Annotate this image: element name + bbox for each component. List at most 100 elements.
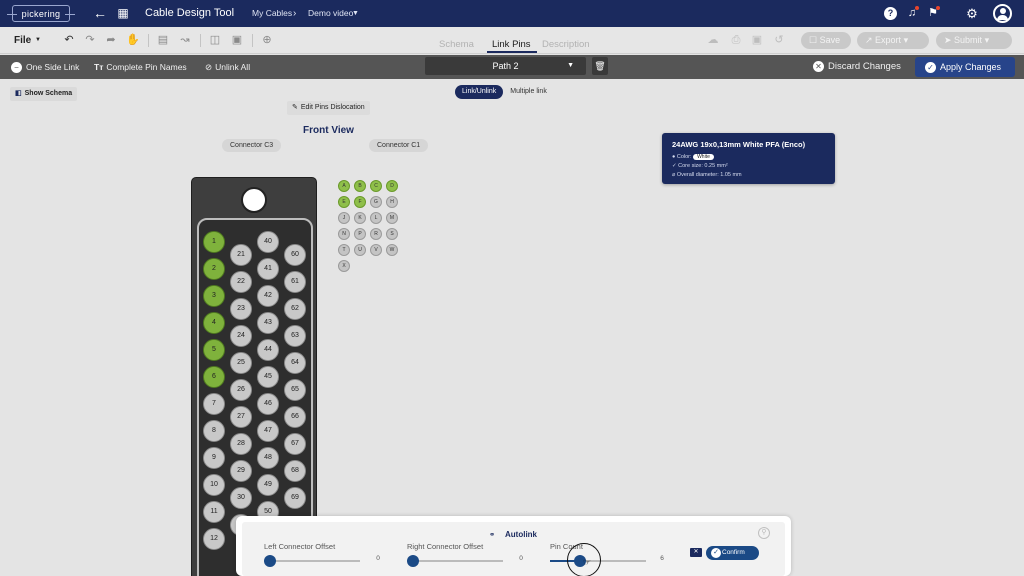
c3-pin[interactable]: 63: [284, 325, 306, 347]
save-button[interactable]: ☐ Save: [801, 32, 851, 49]
path-select[interactable]: Path 2 ▼: [425, 57, 586, 75]
c1-pin[interactable]: U: [354, 244, 366, 256]
print-icon[interactable]: ⎙: [729, 27, 743, 54]
c3-pin[interactable]: 64: [284, 352, 306, 374]
c3-pin[interactable]: 30: [230, 487, 252, 509]
c3-pin[interactable]: 40: [257, 231, 279, 253]
pickering-logo[interactable]: pickering: [7, 5, 75, 22]
c3-pin[interactable]: 6: [203, 366, 225, 388]
c3-pin[interactable]: 27: [230, 406, 252, 428]
c3-pin[interactable]: 7: [203, 393, 225, 415]
clear-icon[interactable]: ✕: [690, 548, 702, 557]
c3-pin[interactable]: 65: [284, 379, 306, 401]
c3-pin[interactable]: 69: [284, 487, 306, 509]
left-offset-value[interactable]: 0: [368, 553, 388, 565]
c1-pin[interactable]: P: [354, 228, 366, 240]
c3-pin[interactable]: 42: [257, 285, 279, 307]
c1-pin[interactable]: S: [386, 228, 398, 240]
c1-pin[interactable]: C: [370, 180, 382, 192]
pan-hand-icon[interactable]: ✋: [126, 27, 140, 54]
help-icon[interactable]: ?: [884, 7, 897, 20]
c3-pin[interactable]: 28: [230, 433, 252, 455]
export-button[interactable]: ↗ Export ▾: [857, 32, 929, 49]
c3-pin[interactable]: 68: [284, 460, 306, 482]
c3-pin[interactable]: 9: [203, 447, 225, 469]
feedback-icon[interactable]: ⚑: [926, 0, 940, 27]
c1-pin[interactable]: A: [338, 180, 350, 192]
image-icon[interactable]: ▣: [750, 27, 764, 54]
history-icon[interactable]: ↺: [772, 27, 786, 54]
route-icon[interactable]: ↝: [178, 27, 192, 54]
c3-pin[interactable]: 22: [230, 271, 252, 293]
apps-grid-icon[interactable]: ▦: [115, 0, 131, 27]
c1-pin[interactable]: H: [386, 196, 398, 208]
c3-pin[interactable]: 21: [230, 244, 252, 266]
c3-pin[interactable]: 4: [203, 312, 225, 334]
c3-pin[interactable]: 47: [257, 420, 279, 442]
one-side-link-button[interactable]: − One Side Link: [11, 55, 79, 79]
right-offset-value[interactable]: 0: [511, 553, 531, 565]
c3-pin[interactable]: 43: [257, 312, 279, 334]
redo-icon[interactable]: ↷: [83, 27, 97, 54]
c1-pin[interactable]: T: [338, 244, 350, 256]
user-avatar-icon[interactable]: [993, 4, 1012, 23]
c3-pin[interactable]: 1: [203, 231, 225, 253]
c3-pin[interactable]: 67: [284, 433, 306, 455]
c1-pin[interactable]: K: [354, 212, 366, 224]
cloud-icon[interactable]: ☁: [706, 27, 720, 54]
mode-multiple-link[interactable]: Multiple link: [503, 85, 554, 99]
left-offset-knob[interactable]: [264, 555, 276, 567]
back-arrow-icon[interactable]: ←: [92, 0, 108, 27]
apply-changes-button[interactable]: ✓ Apply Changes: [915, 57, 1015, 77]
c3-pin[interactable]: 25: [230, 352, 252, 374]
c3-pin[interactable]: 45: [257, 366, 279, 388]
c3-pin[interactable]: 3: [203, 285, 225, 307]
notification-bell-icon[interactable]: ♫: [905, 0, 919, 27]
breadcrumb-my-cables[interactable]: My Cables: [252, 0, 292, 27]
c3-pin[interactable]: 26: [230, 379, 252, 401]
c3-pin[interactable]: 8: [203, 420, 225, 442]
c3-pin[interactable]: 66: [284, 406, 306, 428]
c1-pin[interactable]: N: [338, 228, 350, 240]
c1-pin[interactable]: M: [386, 212, 398, 224]
right-offset-knob[interactable]: [407, 555, 419, 567]
add-circle-icon[interactable]: ⊕: [260, 27, 274, 54]
c3-pin[interactable]: 49: [257, 474, 279, 496]
undo-icon[interactable]: ↶: [62, 27, 76, 54]
right-offset-slider[interactable]: [413, 560, 503, 562]
discard-changes-button[interactable]: ✕ Discard Changes: [813, 55, 901, 79]
c3-pin[interactable]: 23: [230, 298, 252, 320]
c3-pin[interactable]: 24: [230, 325, 252, 347]
wire-info-card[interactable]: 24AWG 19x0,13mm White PFA (Enco) ● Color…: [662, 133, 835, 184]
c1-pin[interactable]: G: [370, 196, 382, 208]
autolink-search-icon[interactable]: ⚲: [758, 527, 770, 539]
c1-pin[interactable]: D: [386, 180, 398, 192]
show-schema-button[interactable]: ◧ Show Schema: [10, 87, 78, 101]
c3-pin[interactable]: 5: [203, 339, 225, 361]
c3-pin[interactable]: 29: [230, 460, 252, 482]
c1-pin[interactable]: J: [338, 212, 350, 224]
file-caret-icon[interactable]: ▼: [35, 27, 41, 54]
c3-pin[interactable]: 12: [203, 528, 225, 550]
c1-pin[interactable]: R: [370, 228, 382, 240]
c3-pin[interactable]: 48: [257, 447, 279, 469]
caret-down-icon[interactable]: ▼: [352, 0, 359, 27]
c1-pin[interactable]: B: [354, 180, 366, 192]
connector-c1-label[interactable]: Connector C1: [369, 139, 429, 152]
c1-pin[interactable]: E: [338, 196, 350, 208]
c3-pin[interactable]: 61: [284, 271, 306, 293]
submit-button[interactable]: ➤ Submit ▾: [936, 32, 1012, 49]
left-offset-slider[interactable]: [270, 560, 360, 562]
align-icon[interactable]: ▤: [156, 27, 170, 54]
connector-c3-label[interactable]: Connector C3: [222, 139, 282, 152]
c3-pin[interactable]: 11: [203, 501, 225, 523]
mode-link-unlink[interactable]: Link/Unlink: [455, 85, 504, 99]
breadcrumb-demo-video[interactable]: Demo video: [308, 0, 353, 27]
c3-pin[interactable]: 41: [257, 258, 279, 280]
select-pointer-icon[interactable]: ➦: [104, 27, 118, 54]
edit-pins-dislocation-button[interactable]: ✎ Edit Pins Dislocation: [287, 101, 370, 115]
file-menu[interactable]: File: [14, 27, 31, 54]
settings-gear-icon[interactable]: ⚙: [965, 0, 979, 27]
c1-pin[interactable]: X: [338, 260, 350, 272]
unlink-all-button[interactable]: ⊘ Unlink All: [205, 55, 250, 79]
